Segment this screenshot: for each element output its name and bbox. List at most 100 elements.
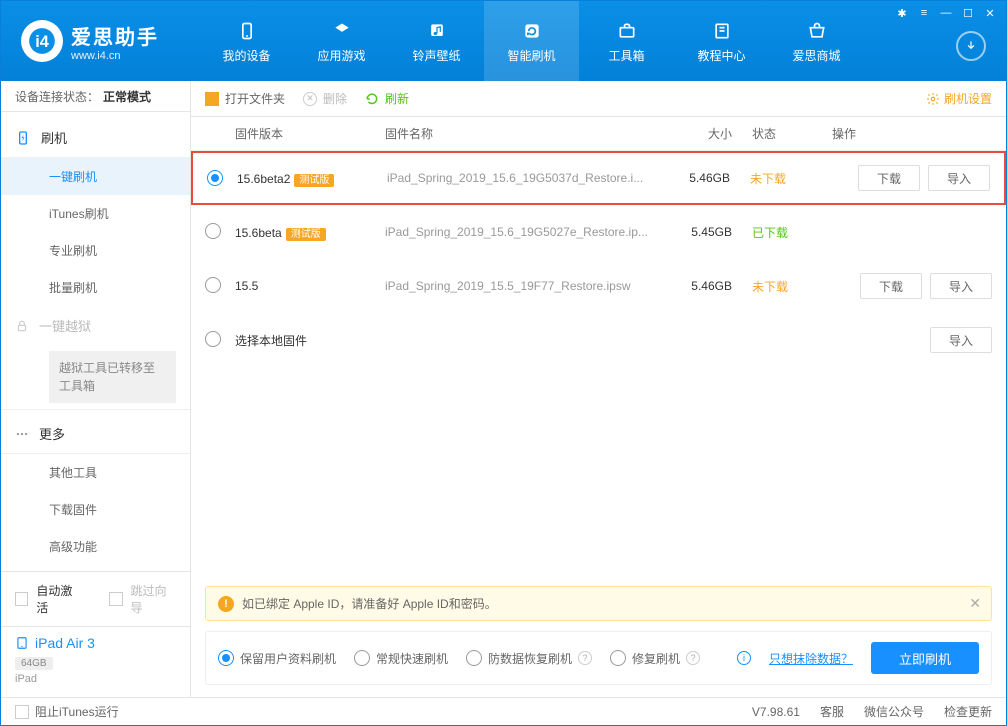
auto-activate-checkbox[interactable] [15,592,28,606]
row-radio[interactable] [205,331,221,347]
nav-tab-apps[interactable]: 应用游戏 [294,1,389,81]
row-radio[interactable] [207,170,223,186]
notice-close-icon[interactable]: ✕ [969,595,981,612]
flash-opt-normal[interactable]: 常规快速刷机 [354,650,448,667]
row-radio[interactable] [205,223,221,239]
nav-tab-store[interactable]: 爱思商城 [769,1,864,81]
open-folder-button[interactable]: 打开文件夹 [205,90,285,107]
row-radio[interactable] [205,277,221,293]
window-controls: ✱ ≡ — ☐ ✕ [892,5,1000,21]
jailbreak-note: 越狱工具已转移至工具箱 [49,351,176,403]
import-button[interactable]: 导入 [930,273,992,299]
logo-text: 爱思助手 www.i4.cn [71,21,159,62]
radio-keep[interactable] [218,650,234,666]
radio-normal[interactable] [354,650,370,666]
sidebar-item-itunes[interactable]: iTunes刷机 [1,195,190,232]
reload-icon [365,92,379,106]
help-icon[interactable]: ? [578,651,592,665]
sidebar-head-jailbreak: 一键越狱 [1,306,190,345]
table-header: 固件版本 固件名称 大小 状态 操作 [191,117,1006,151]
toolbar: 打开文件夹 ✕删除 刷新 刷机设置 [191,81,1006,117]
sidebar-item-batch[interactable]: 批量刷机 [1,269,190,306]
footer-update[interactable]: 检查更新 [944,703,992,720]
connection-status: 设备连接状态： 正常模式 [1,81,190,112]
option-row: 自动激活 跳过向导 [1,572,190,626]
phone-icon [235,19,259,43]
download-button[interactable] [956,31,986,61]
svg-text:i4: i4 [35,33,49,51]
block-itunes-checkbox[interactable] [15,705,29,719]
skip-guide-checkbox[interactable] [109,592,122,606]
radio-anti[interactable] [466,650,482,666]
sidebar-item-pro[interactable]: 专业刷机 [1,232,190,269]
nav-tab-device[interactable]: 我的设备 [199,1,294,81]
table-row[interactable]: 15.6beta2测试版 iPad_Spring_2019_15.6_19G50… [191,151,1006,205]
download-button[interactable]: 下载 [860,273,922,299]
col-header-action: 操作 [832,125,992,142]
help-icon[interactable]: ? [686,651,700,665]
lock-icon [15,319,29,333]
sidebar-item-advanced[interactable]: 高级功能 [1,528,190,565]
beta-badge: 测试版 [294,174,334,187]
import-button[interactable]: 导入 [930,327,992,353]
music-icon [425,19,449,43]
nav-tab-ringtones[interactable]: 铃声壁纸 [389,1,484,81]
table-row[interactable]: 15.5 iPad_Spring_2019_15.5_19F77_Restore… [191,259,1006,313]
flash-settings-button[interactable]: 刷机设置 [926,90,992,107]
import-button[interactable]: 导入 [928,165,990,191]
radio-repair[interactable] [610,650,626,666]
flash-opt-repair[interactable]: 修复刷机? [610,650,700,667]
logo-section: i4 爱思助手 www.i4.cn [21,20,159,62]
flash-now-button[interactable]: 立即刷机 [871,642,979,674]
delete-icon: ✕ [303,92,317,106]
refresh-button[interactable]: 刷新 [365,90,409,107]
sidebar-bottom: 自动激活 跳过向导 iPad Air 3 64GB iPad [1,571,190,697]
sidebar-head-more: 更多 [1,409,190,454]
table-row[interactable]: 15.6beta测试版 iPad_Spring_2019_15.6_19G502… [191,205,1006,259]
toolbox-icon [615,19,639,43]
warning-icon: ! [218,596,234,612]
more-icon [15,427,29,441]
app-title: 爱思助手 [71,21,159,50]
table-row-local[interactable]: 选择本地固件 导入 [191,313,1006,367]
table-rows: 15.6beta2测试版 iPad_Spring_2019_15.6_19G50… [191,151,1006,578]
body: 设备连接状态： 正常模式 刷机 一键刷机 iTunes刷机 专业刷机 批量刷机 … [1,81,1006,697]
notice-bar: ! 如已绑定 Apple ID，请准备好 Apple ID和密码。 ✕ [205,586,992,621]
book-icon [710,19,734,43]
sidebar: 设备连接状态： 正常模式 刷机 一键刷机 iTunes刷机 专业刷机 批量刷机 … [1,81,191,697]
footer-service[interactable]: 客服 [820,703,844,720]
app-url: www.i4.cn [71,50,159,62]
sidebar-item-other-tools[interactable]: 其他工具 [1,454,190,491]
device-name: iPad Air 3 [15,635,176,651]
sidebar-item-one-click[interactable]: 一键刷机 [1,158,190,195]
flash-opt-anti-recovery[interactable]: 防数据恢复刷机? [466,650,592,667]
nav-tab-tutorials[interactable]: 教程中心 [674,1,769,81]
nav-tab-flash[interactable]: 智能刷机 [484,1,579,81]
col-header-status: 状态 [752,125,832,142]
erase-data-link[interactable]: 只想抹除数据？ [769,650,853,667]
flash-options-bar: 保留用户资料刷机 常规快速刷机 防数据恢复刷机? 修复刷机? i 只想抹除数据？… [205,631,992,685]
maximize-icon[interactable]: ☐ [958,5,978,21]
col-header-version: 固件版本 [235,125,385,142]
store-icon [805,19,829,43]
sidebar-item-download-fw[interactable]: 下载固件 [1,491,190,528]
info-icon[interactable]: i [737,651,751,665]
tablet-icon [15,636,29,650]
block-itunes-option[interactable]: 阻止iTunes运行 [15,703,119,720]
flash-opt-keep-data[interactable]: 保留用户资料刷机 [218,650,336,667]
folder-icon [205,92,219,106]
sidebar-head-flash: 刷机 [1,118,190,158]
footer-wechat[interactable]: 微信公众号 [864,703,924,720]
flash-icon [15,130,31,146]
nav-tab-toolbox[interactable]: 工具箱 [579,1,674,81]
beta-badge: 测试版 [286,228,326,241]
delete-button[interactable]: ✕删除 [303,90,347,107]
close-icon[interactable]: ✕ [980,5,1000,21]
app-logo-icon: i4 [21,20,63,62]
download-button[interactable]: 下载 [858,165,920,191]
menu-icon[interactable]: ≡ [914,5,934,21]
minimize-icon[interactable]: — [936,5,956,21]
skin-icon[interactable]: ✱ [892,5,912,21]
device-info: iPad Air 3 64GB iPad [1,626,190,697]
col-header-name: 固件名称 [385,125,672,142]
